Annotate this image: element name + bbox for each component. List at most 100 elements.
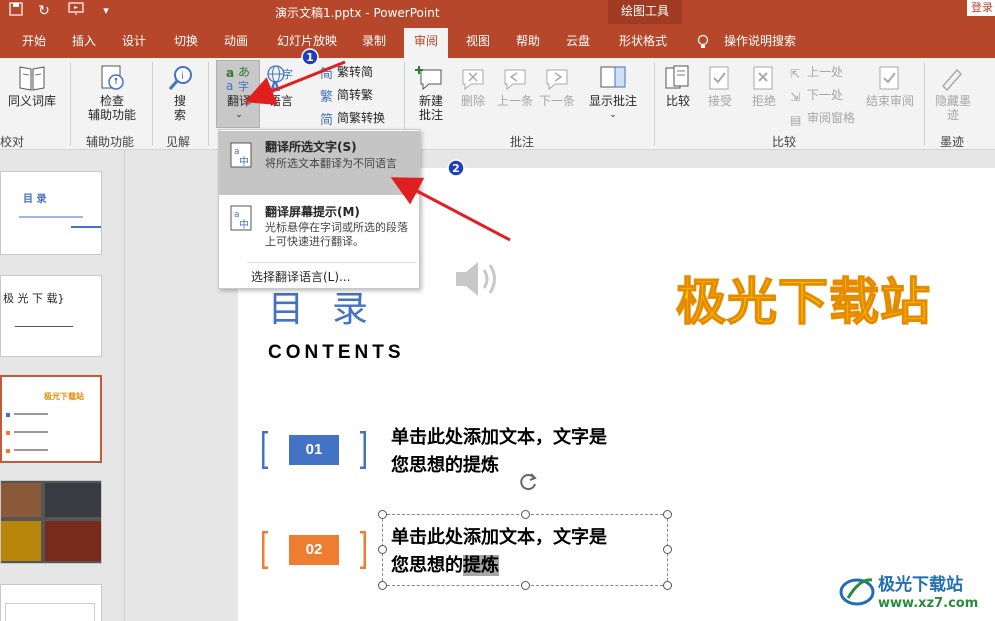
slide-thumbnail-2[interactable]: 极 光 下 载} <box>0 275 102 357</box>
compare-button[interactable]: 比较 <box>660 64 696 108</box>
resize-handle[interactable] <box>663 510 672 519</box>
reject-button[interactable]: 拒绝 <box>746 64 782 108</box>
item-text-line: 单击此处添加文本，文字是 <box>391 527 607 548</box>
thumbnail-marker <box>6 413 10 417</box>
item-number-01[interactable]: 01 <box>289 435 339 465</box>
resize-handle[interactable] <box>521 581 530 590</box>
slide-thumbnail-1[interactable]: 目 录 <box>0 171 102 255</box>
tab-shape-format[interactable]: 形状格式 <box>617 32 669 58</box>
tab-record[interactable]: 录制 <box>360 32 388 58</box>
new-comment-button[interactable]: 新建 批注 <box>410 64 452 122</box>
thesaurus-button[interactable]: 同义词库 <box>0 64 64 108</box>
next-change-icon: ⇲ <box>790 90 801 104</box>
resize-handle[interactable] <box>378 510 387 519</box>
menu-item-translate-selection[interactable]: a中 翻译所选文字(S) 将所选文本翻译为不同语言 <box>219 131 419 195</box>
resize-handle[interactable] <box>378 581 387 590</box>
svg-text:あ: あ <box>238 65 250 79</box>
customize-toolbar-icon[interactable]: ▾ <box>96 2 116 20</box>
convert-icon: 简 <box>320 113 334 128</box>
accept-button[interactable]: 接受 <box>702 64 738 108</box>
tell-me-search[interactable]: 操作说明搜索 <box>722 32 798 58</box>
language-button[interactable]: 字A 语言 <box>262 64 300 108</box>
menu-item-description: 将所选文本翻译为不同语言 <box>265 157 397 170</box>
item-text-02[interactable]: 单击此处添加文本，文字是 您思想的提炼 <box>391 524 671 580</box>
present-from-start-icon[interactable] <box>66 2 86 20</box>
thumbnail-line <box>19 216 83 218</box>
ink-group-label: 墨迹 <box>940 135 965 149</box>
speaker-icon[interactable] <box>452 256 502 302</box>
end-review-button[interactable]: 结束审阅 <box>862 64 918 108</box>
show-comments-button[interactable]: 显示批注 ⌄ <box>584 64 642 122</box>
show-comments-icon <box>600 66 626 88</box>
language-icon: 字A <box>267 65 293 92</box>
tab-review[interactable]: 审阅 <box>404 28 448 58</box>
tab-slideshow[interactable]: 幻灯片放映 <box>276 32 338 58</box>
thumbnail-brand: 极光下载站 <box>44 392 84 401</box>
tab-cloud[interactable]: 云盘 <box>564 32 592 58</box>
delete-comment-button[interactable]: 删除 <box>454 64 492 108</box>
previous-comment-button[interactable]: 上一条 <box>494 64 536 108</box>
menu-item-title: 翻译屏幕提示(M) <box>265 205 360 219</box>
selected-text-highlight[interactable]: 提炼 <box>463 555 499 576</box>
item-number-02[interactable]: 02 <box>289 535 339 565</box>
svg-text:a: a <box>234 147 240 157</box>
watermark-logo-icon <box>839 578 875 606</box>
resize-handle[interactable] <box>663 581 672 590</box>
thumbnail-photo <box>1 521 41 561</box>
slide-thumbnail-4[interactable] <box>0 480 102 564</box>
brand-text[interactable]: 极光下载站 <box>675 262 931 334</box>
login-button[interactable]: 登录 <box>967 0 995 16</box>
menu-item-translate-screentip[interactable]: a中 翻译屏幕提示(M) 光标悬停在字词或所选的段落上可快速进行翻译。 <box>219 196 419 260</box>
hide-ink-icon <box>941 68 963 92</box>
tab-view[interactable]: 视图 <box>464 32 492 58</box>
search-icon: i <box>168 66 192 90</box>
previous-comment-icon <box>504 69 526 91</box>
trad-to-simp-label: 繁转简 <box>337 65 374 79</box>
powerpoint-window: ↻ ▾ 演示文稿1.pptx - PowerPoint 绘图工具 登录 开始 插… <box>0 0 995 621</box>
item-text-line: 您思想的提炼 <box>391 552 671 580</box>
simp-to-trad-button[interactable]: 繁简转繁 <box>320 87 373 105</box>
tab-transitions[interactable]: 切换 <box>172 32 200 58</box>
tab-help[interactable]: 帮助 <box>514 32 542 58</box>
resize-handle[interactable] <box>378 545 387 554</box>
redo-icon[interactable]: ↻ <box>34 2 54 20</box>
reject-icon <box>753 66 773 90</box>
slide-subtitle[interactable]: CONTENTS <box>268 342 405 364</box>
convert-button[interactable]: 简简繁转换 <box>320 110 385 128</box>
translate-screentip-icon: a中 <box>230 205 252 231</box>
slide-thumbnail-5[interactable] <box>0 584 102 621</box>
proofing-group-label: 校对 <box>0 135 25 149</box>
smart-lookup-button[interactable]: i 搜 索 <box>158 64 202 122</box>
insights-group-label: 见解 <box>166 135 191 149</box>
rotate-handle-icon[interactable] <box>516 470 540 494</box>
translate-button[interactable]: aあa字 翻译 ⌄ <box>218 64 260 122</box>
thumbnail-photo <box>45 483 101 517</box>
review-pane-label: 审阅窗格 <box>807 111 856 125</box>
tab-insert[interactable]: 插入 <box>70 32 98 58</box>
resize-handle[interactable] <box>521 510 530 519</box>
hide-ink-button[interactable]: 隐藏墨 迹 <box>930 64 976 122</box>
resize-handle[interactable] <box>663 545 672 554</box>
check-accessibility-button[interactable]: 检查 辅助功能 <box>76 64 148 122</box>
slide-thumbnail-3[interactable]: 极光下载站 <box>0 375 102 463</box>
thumbnail-title: 目 录 <box>23 194 47 205</box>
right-bracket <box>360 431 366 469</box>
tab-animations[interactable]: 动画 <box>222 32 250 58</box>
save-icon[interactable] <box>6 2 26 20</box>
new-comment-icon <box>415 66 442 91</box>
svg-text:a: a <box>234 210 240 220</box>
chevron-down-icon: ⌄ <box>235 110 243 120</box>
thumbnail-line <box>14 449 48 451</box>
compare-label: 比较 <box>665 94 690 108</box>
group-separator <box>70 62 71 146</box>
menu-item-choose-language[interactable]: 选择翻译语言(L)... <box>251 268 351 285</box>
next-comment-button[interactable]: 下一条 <box>536 64 578 108</box>
review-pane-button[interactable]: ▤ 审阅窗格 <box>790 110 856 127</box>
thumbnail-line <box>15 326 73 327</box>
previous-change-button[interactable]: ⇱ 上一处 <box>790 64 843 81</box>
thumbnail-photo <box>1 483 41 517</box>
next-change-button[interactable]: ⇲ 下一处 <box>790 87 843 104</box>
trad-to-simp-button[interactable]: 简繁转简 <box>320 64 374 82</box>
tab-home[interactable]: 开始 <box>20 32 48 58</box>
tab-design[interactable]: 设计 <box>120 32 148 58</box>
